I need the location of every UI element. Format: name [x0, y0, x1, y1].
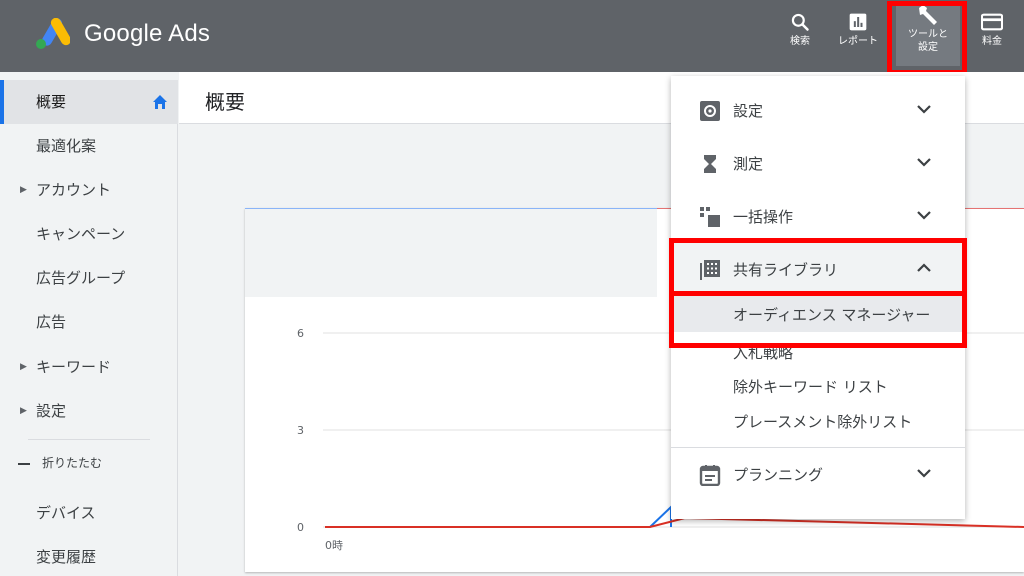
- sidebar-collapse-toggle[interactable]: 折りたたむ: [18, 454, 102, 471]
- sidebar-item-label: 変更履歴: [36, 548, 97, 566]
- billing-label: 料金: [982, 36, 1002, 47]
- sidebar-item-devices[interactable]: デバイス: [0, 491, 178, 535]
- copy-icon: [700, 207, 720, 227]
- menu-item-placement-exclusion-lists[interactable]: プレースメント除外リスト: [733, 411, 912, 432]
- billing-button[interactable]: 料金: [964, 12, 1020, 60]
- google-ads-logo-icon[interactable]: [34, 18, 70, 50]
- sidebar-item-keywords[interactable]: ▶ キーワード: [0, 345, 178, 389]
- sidebar-item-ad-groups[interactable]: 広告グループ: [0, 256, 178, 300]
- hourglass-icon: [704, 155, 716, 173]
- search-icon: [791, 13, 809, 31]
- x-tick-label: 0時: [325, 539, 343, 552]
- sidebar-item-label: 設定: [36, 402, 67, 420]
- chevron-down-icon: [917, 469, 931, 478]
- y-tick-label: 6: [297, 327, 304, 340]
- sidebar-divider: [28, 439, 150, 440]
- sidebar-item-account[interactable]: ▶ アカウント: [0, 168, 178, 212]
- page-title: 概要: [205, 90, 245, 114]
- report-label: レポート: [838, 36, 878, 47]
- menu-section-measurement[interactable]: 測定: [671, 137, 965, 189]
- tools-highlight-box: [887, 1, 967, 75]
- chevron-down-icon: [917, 105, 931, 114]
- chevron-down-icon: [917, 211, 931, 220]
- menu-section-planning[interactable]: プランニング: [671, 448, 965, 500]
- home-icon: [153, 95, 167, 109]
- top-bar: Google Ads 検索 レポート ツールと 設定 料金: [0, 0, 1024, 72]
- gear-icon: [700, 101, 720, 121]
- sidebar-item-ads[interactable]: 広告: [0, 300, 178, 344]
- menu-section-label: 一括操作: [733, 208, 794, 226]
- credit-card-icon: [981, 13, 1003, 31]
- sidebar-item-change-history[interactable]: 変更履歴: [0, 535, 178, 576]
- sidebar: 概要 最適化案 ▶ アカウント キャンペーン 広告グループ 広告 ▶ キーワード…: [0, 80, 178, 576]
- series-line-cost: [325, 516, 1024, 528]
- menu-section-label: プランニング: [733, 466, 824, 484]
- caret-right-icon: ▶: [20, 362, 27, 372]
- menu-section-settings[interactable]: 設定: [671, 84, 965, 136]
- sidebar-item-recommendations[interactable]: 最適化案: [0, 124, 178, 168]
- brand-name[interactable]: Google Ads: [84, 20, 210, 48]
- sidebar-item-label: 最適化案: [36, 137, 97, 155]
- report-button[interactable]: レポート: [830, 12, 886, 60]
- sidebar-item-label: 概要: [36, 93, 67, 111]
- collapse-label: 折りたたむ: [42, 456, 103, 470]
- chevron-down-icon: [917, 158, 931, 167]
- menu-section-label: 測定: [733, 155, 764, 173]
- calendar-icon: [699, 465, 721, 486]
- caret-right-icon: ▶: [20, 185, 27, 195]
- sidebar-item-label: キャンペーン: [36, 225, 126, 243]
- sidebar-item-label: キーワード: [36, 358, 112, 376]
- search-label: 検索: [790, 36, 810, 47]
- shared-library-highlight-divider: [669, 291, 967, 296]
- sidebar-item-label: 広告グループ: [36, 269, 126, 287]
- bar-chart-icon: [849, 13, 867, 31]
- y-tick-label: 3: [297, 424, 304, 437]
- menu-section-bulk-actions[interactable]: 一括操作: [671, 190, 965, 242]
- sidebar-item-overview[interactable]: 概要: [0, 80, 178, 124]
- sidebar-item-label: 広告: [36, 313, 67, 331]
- search-button[interactable]: 検索: [772, 12, 828, 60]
- menu-item-negative-keyword-lists[interactable]: 除外キーワード リスト: [733, 376, 888, 397]
- menu-section-label: 設定: [733, 102, 764, 120]
- sidebar-item-settings[interactable]: ▶ 設定: [0, 389, 178, 433]
- minus-icon: [18, 462, 30, 465]
- y-tick-label: 0: [297, 521, 304, 534]
- caret-right-icon: ▶: [20, 406, 27, 416]
- sidebar-item-campaigns[interactable]: キャンペーン: [0, 212, 178, 256]
- sidebar-item-label: アカウント: [36, 181, 112, 199]
- sidebar-item-label: デバイス: [36, 504, 96, 522]
